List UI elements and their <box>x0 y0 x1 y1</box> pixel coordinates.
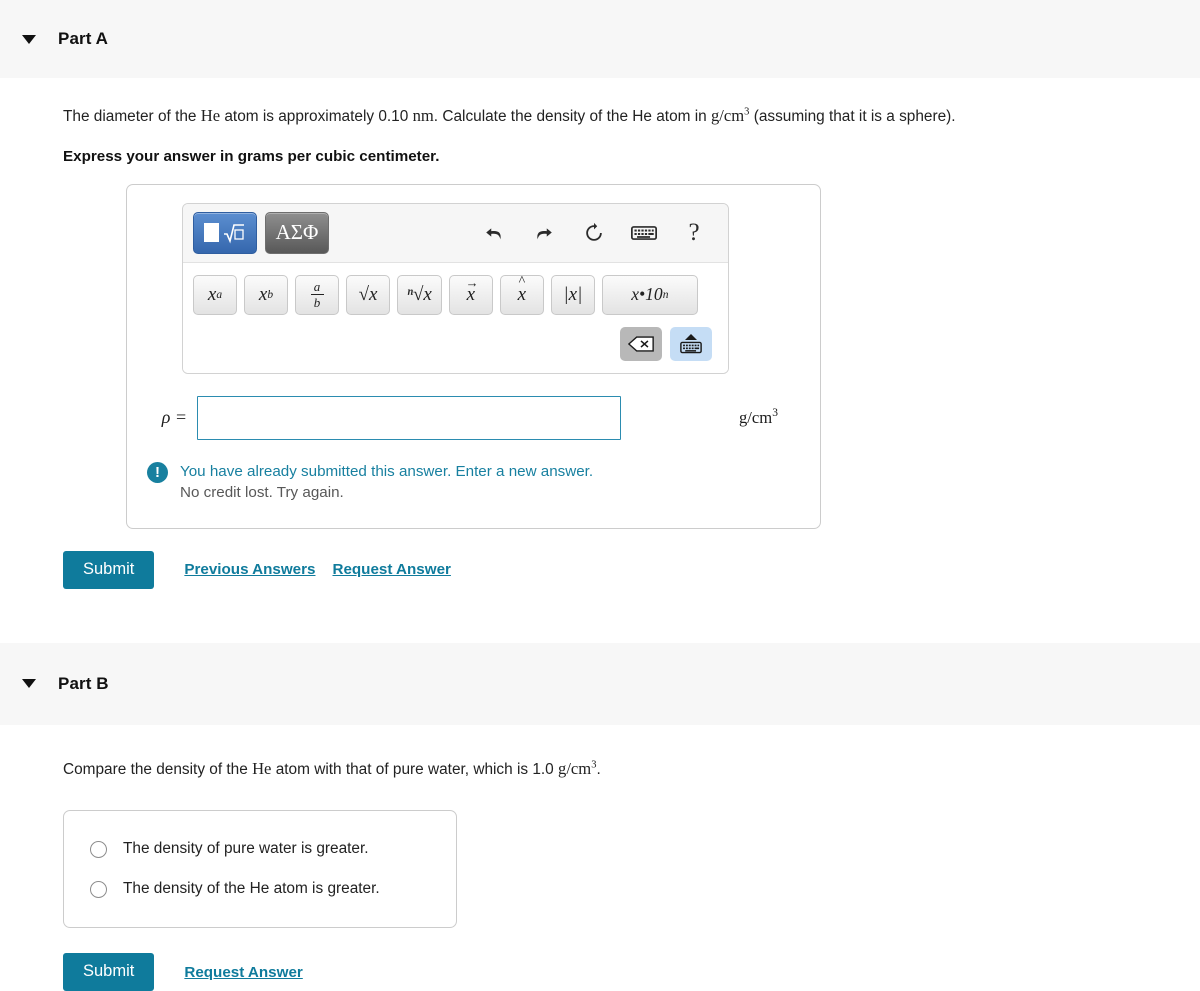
math-key-subscript[interactable]: xb <box>244 274 288 315</box>
choice-water-greater[interactable]: The density of pure water is greater. <box>64 829 456 869</box>
math-key-absolute-value[interactable]: |x| <box>550 274 595 315</box>
answer-feedback: ! You have already submitted this answer… <box>127 461 820 528</box>
part-b-question-text: Compare the density of the He atom with … <box>63 725 1180 782</box>
radio-he-greater[interactable] <box>90 880 107 898</box>
math-key-scientific-notation[interactable]: x•10 n <box>601 274 698 315</box>
exclamation-icon: ! <box>147 461 168 483</box>
choice-water-greater-label: The density of pure water is greater. <box>123 840 369 858</box>
part-b-choices: The density of pure water is greater. Th… <box>63 810 457 929</box>
feedback-line-2: No credit lost. Try again. <box>180 484 344 502</box>
sub-sub: b <box>267 288 274 301</box>
answer-units-text: g/cm <box>739 408 773 428</box>
math-toolbar: ΑΣΦ ? x a x b a b √x ⁿ√x → x ^ x |x| x•1… <box>182 202 729 374</box>
answer-input[interactable] <box>197 395 621 440</box>
fraction-numerator: a <box>313 279 321 295</box>
power-sup: a <box>216 288 223 301</box>
math-key-row-secondary <box>193 315 718 363</box>
part-a-request-answer-link[interactable]: Request Answer <box>332 561 450 578</box>
abs-label: |x| <box>563 283 583 305</box>
part-spacer <box>0 589 1200 643</box>
math-key-row: xa xb a b √x ⁿ√x → x ^ x |x| x•10 n <box>193 273 718 315</box>
part-a-previous-answers-link[interactable]: Previous Answers <box>184 561 315 578</box>
fraction-glyph: a b <box>310 279 324 311</box>
nthroot-label: ⁿ√x <box>407 283 432 305</box>
part-b-disclosure-triangle-icon[interactable] <box>22 679 36 689</box>
vector-arrow-icon: → <box>465 274 479 290</box>
q-a-post: (assuming that it is a sphere). <box>749 108 956 125</box>
math-key-vector[interactable]: → x <box>448 274 493 315</box>
q-b-unit-gcm-text: g/cm <box>558 758 592 778</box>
part-a-actions: Submit Previous Answers Request Answer <box>63 529 1180 589</box>
template-radical-icon <box>224 224 244 244</box>
part-b-actions: Submit Request Answer <box>63 928 1180 991</box>
hat-caret-icon: ^ <box>518 273 526 289</box>
q-b-pre: Compare the density of the <box>63 760 253 778</box>
answer-units-exp: 3 <box>772 407 778 420</box>
part-a-header[interactable]: Part A <box>0 0 1200 78</box>
q-a-element: He <box>200 106 221 125</box>
radio-water-greater[interactable] <box>90 840 107 858</box>
help-question-mark: ? <box>688 219 700 247</box>
math-toolbar-body: xa xb a b √x ⁿ√x → x ^ x |x| x•10 n <box>183 262 728 373</box>
undo-icon[interactable] <box>474 213 514 253</box>
keyboard-up-icon[interactable] <box>670 326 712 361</box>
part-a-instruction: Express your answer in grams per cubic c… <box>63 147 440 165</box>
part-a-question-text: The diameter of the He atom is approxima… <box>63 78 1180 129</box>
help-icon[interactable]: ? <box>674 213 714 253</box>
math-toolbar-top: ΑΣΦ ? <box>183 203 728 263</box>
part-b-request-answer-link[interactable]: Request Answer <box>184 964 302 981</box>
reset-icon[interactable] <box>574 213 614 253</box>
q-a-unit-gcm-text: g/cm <box>710 106 745 125</box>
choice-he-greater-label: The density of the He atom is greater. <box>123 880 380 898</box>
part-b-submit-button[interactable]: Submit <box>63 953 155 991</box>
q-b-post: . <box>596 760 601 778</box>
sqrt-label: √x <box>358 283 378 305</box>
q-a-mid2: . Calculate the density of the He atom i… <box>433 108 711 125</box>
exercise-page: Part A The diameter of the He atom is ap… <box>0 0 1200 991</box>
sci-label: x•10 <box>631 284 663 305</box>
q-a-pre: The diameter of the <box>63 108 201 125</box>
choice-he-greater[interactable]: The density of the He atom is greater. <box>64 869 456 909</box>
q-b-element: He <box>252 758 272 778</box>
math-key-power[interactable]: xa <box>193 274 237 315</box>
keyboard-icon[interactable] <box>624 213 664 253</box>
template-square-icon <box>204 223 219 243</box>
power-base: x <box>207 283 217 305</box>
math-key-nth-root[interactable]: ⁿ√x <box>397 274 442 315</box>
part-a-body: The diameter of the He atom is approxima… <box>0 78 1200 589</box>
math-key-fraction[interactable]: a b <box>295 274 339 315</box>
q-a-unit-nm: nm <box>412 106 434 125</box>
sci-sup: n <box>662 288 669 301</box>
part-a-disclosure-triangle-icon[interactable] <box>22 34 36 44</box>
part-b-title: Part B <box>58 673 109 693</box>
sub-base: x <box>258 283 268 305</box>
greek-symbols-button[interactable]: ΑΣΦ <box>265 211 329 254</box>
q-b-unit-gcm: g/cm3 <box>558 759 596 778</box>
q-a-unit-gcm: g/cm3 <box>711 106 749 125</box>
q-b-mid: atom with that of pure water, which is 1… <box>271 760 559 778</box>
feedback-line-1: You have already submitted this answer. … <box>180 462 594 480</box>
part-a-title: Part A <box>58 29 109 48</box>
part-b-header[interactable]: Part B <box>0 642 1200 725</box>
keyboard-up-arrow-icon <box>685 333 697 340</box>
part-a-submit-button[interactable]: Submit <box>63 551 155 589</box>
answer-units: g/cm3 <box>739 407 778 428</box>
answer-input-row: ρ = g/cm3 <box>127 395 820 440</box>
redo-icon[interactable] <box>524 213 564 253</box>
math-key-square-root[interactable]: √x <box>346 274 390 315</box>
fraction-denominator: b <box>313 295 321 311</box>
backspace-icon[interactable] <box>620 326 662 361</box>
template-mode-button[interactable] <box>193 211 257 254</box>
part-a-answer-panel: ΑΣΦ ? x a x b a b √x ⁿ√x → x ^ x |x| x•1… <box>126 183 821 530</box>
math-key-hat[interactable]: ^ x <box>499 273 544 315</box>
answer-variable-label: ρ = <box>161 407 187 428</box>
q-a-mid: atom is approximately 0.10 <box>220 108 413 125</box>
feedback-lines: You have already submitted this answer. … <box>180 461 593 504</box>
part-b-body: Compare the density of the He atom with … <box>0 725 1200 991</box>
